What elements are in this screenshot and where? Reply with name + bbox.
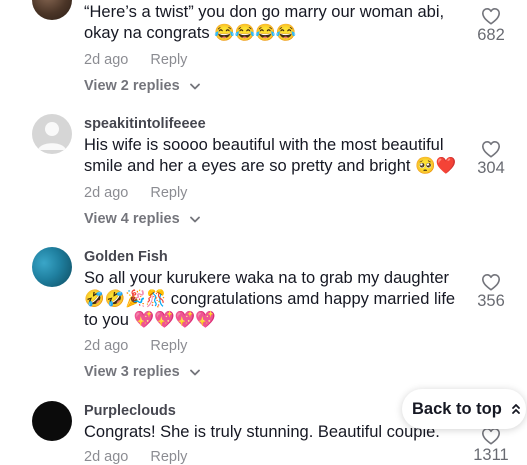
back-to-top-label: Back to top <box>412 399 502 418</box>
view-replies-button[interactable]: View 3 replies <box>84 364 200 380</box>
comment-time: 2d ago <box>84 52 129 68</box>
avatar[interactable] <box>32 247 72 287</box>
heart-icon <box>482 273 500 291</box>
comment-username[interactable]: Purpleclouds <box>84 403 176 419</box>
comment-meta: 2d ago Reply <box>84 338 187 354</box>
default-avatar-icon <box>38 122 66 150</box>
heart-icon <box>482 7 500 25</box>
reply-button[interactable]: Reply <box>150 185 187 201</box>
view-replies-label: View 4 replies <box>84 211 180 227</box>
comment-text: So all your kurukere waka na to grab my … <box>84 269 456 329</box>
like-count: 356 <box>477 292 505 310</box>
comment-username[interactable]: speakitintolifeeee <box>84 116 206 132</box>
comment-text: Congrats! She is truly stunning. Beautif… <box>84 423 440 441</box>
like-count: 682 <box>477 26 505 44</box>
double-chevron-up-icon <box>511 404 520 414</box>
like-count: 1311 <box>473 446 509 464</box>
view-replies-button[interactable]: View 2 replies <box>84 78 200 94</box>
comment-time: 2d ago <box>84 338 129 354</box>
reply-button[interactable]: Reply <box>150 338 187 354</box>
comment-text: “Here’s a twist” you don go marry our wo… <box>84 3 445 42</box>
like-count: 304 <box>477 159 505 177</box>
comment-text: His wife is soooo beautiful with the mos… <box>84 136 457 175</box>
view-replies-label: View 3 replies <box>84 364 180 380</box>
avatar[interactable] <box>32 401 72 441</box>
like-button[interactable]: 1311 <box>472 427 510 465</box>
reply-button[interactable]: Reply <box>150 52 187 68</box>
avatar[interactable] <box>32 114 72 154</box>
view-replies-button[interactable]: View 4 replies <box>84 211 200 227</box>
chevron-down-icon <box>189 216 200 223</box>
back-to-top-button[interactable]: Back to top <box>402 389 526 429</box>
like-button[interactable]: 356 <box>472 273 510 311</box>
comment-time: 2d ago <box>84 449 129 465</box>
comment-username[interactable]: Golden Fish <box>84 249 168 265</box>
comment-time: 2d ago <box>84 185 129 201</box>
view-replies-label: View 2 replies <box>84 78 180 94</box>
like-button[interactable]: 304 <box>472 140 510 178</box>
comment-meta: 2d ago Reply <box>84 185 187 201</box>
heart-icon <box>482 140 500 158</box>
reply-button[interactable]: Reply <box>150 449 187 465</box>
avatar[interactable] <box>32 0 72 20</box>
heart-icon <box>482 427 500 445</box>
chevron-down-icon <box>189 369 200 376</box>
chevron-down-icon <box>189 83 200 90</box>
like-button[interactable]: 682 <box>472 7 510 45</box>
comment-meta: 2d ago Reply <box>84 449 187 465</box>
comment-meta: 2d ago Reply <box>84 52 187 68</box>
